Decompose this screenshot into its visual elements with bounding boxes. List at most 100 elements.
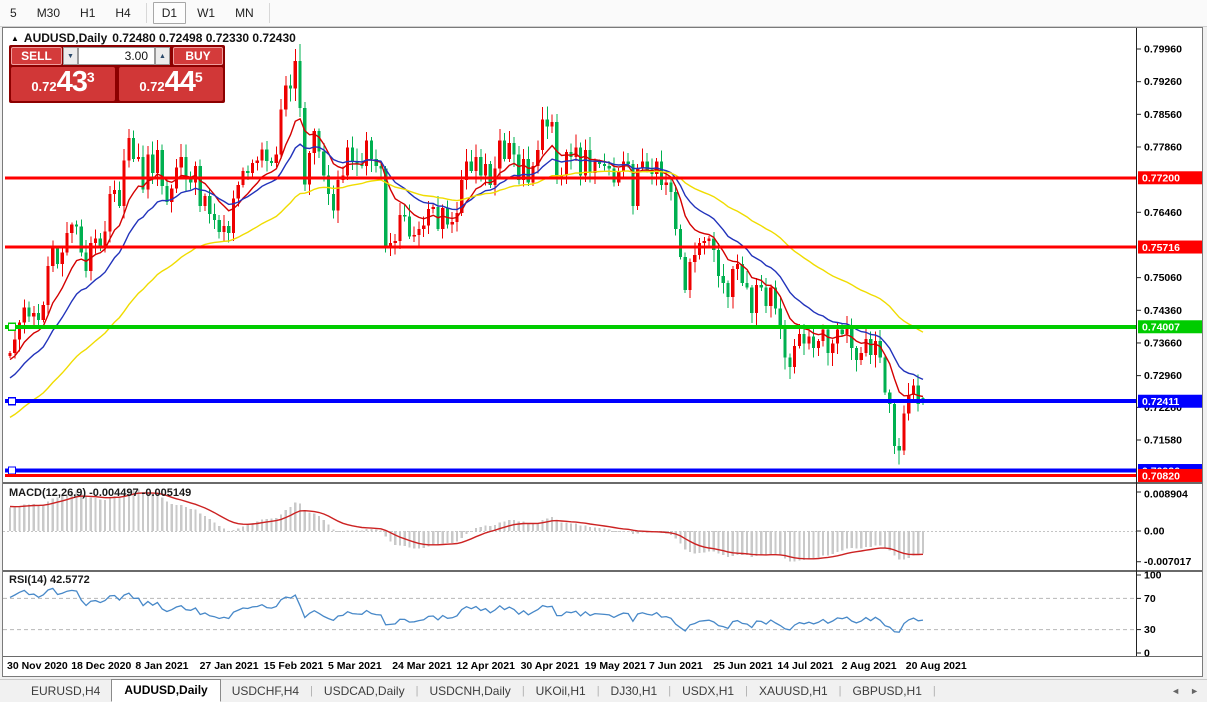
macd-bar [783,531,787,559]
candle-body [403,215,407,217]
candle-body [284,85,288,110]
sell-price-display[interactable]: 0.72 43 3 [11,67,115,101]
date-axis-label: 12 Apr 2021 [456,660,515,672]
macd-bar [760,531,763,555]
candle-body [707,238,711,241]
tab-usdchf-h4[interactable]: USDCHF,H4 [221,681,310,701]
tab-usdcnh-daily[interactable]: USDCNH,Daily [418,681,521,701]
timeframe-button-h4[interactable]: H4 [106,2,139,24]
candle-body [807,336,811,344]
candle-body [678,229,683,258]
macd-bar [812,531,815,559]
macd-bar [917,531,920,555]
tab-scroll-right-icon[interactable]: ► [1190,686,1199,696]
date-axis-label: 2 Aug 2021 [842,660,897,672]
volume-input[interactable] [78,47,155,65]
macd-bar [555,519,558,531]
candle-body [512,142,516,155]
tab-audusd-daily[interactable]: AUDUSD,Daily [111,678,221,702]
timeframe-button-d1[interactable]: D1 [152,2,187,24]
date-axis-label: 27 Jan 2021 [200,660,259,672]
macd-bar [921,531,925,554]
timeframe-button-5[interactable]: 5 [1,2,26,24]
volume-decrease-button[interactable]: ▼ [63,47,78,65]
candle-body [108,194,112,232]
date-axis-label: 7 Jun 2021 [649,660,703,672]
macd-bar [741,531,744,555]
macd-bar [527,523,530,531]
macd-bar [841,531,844,551]
macd-bar [603,528,606,531]
buy-button[interactable]: BUY [173,47,223,65]
volume-increase-button[interactable]: ▲ [155,47,170,65]
candle-body [74,224,79,227]
chart-collapse-icon[interactable]: ▲ [11,34,19,43]
tab-usdcad-daily[interactable]: USDCAD,Daily [313,681,416,701]
macd-bar [698,531,701,554]
timeframe-button-mn[interactable]: MN [226,2,263,24]
sell-button[interactable]: SELL [11,47,62,65]
candle-body [745,282,749,288]
macd-bar [584,525,587,531]
candle-body [255,160,259,163]
tab-usdx-h1[interactable]: USDX,H1 [671,681,745,701]
macd-bar [123,493,126,531]
macd-bar [736,531,739,555]
price-axis-tick: 0.71580 [1144,435,1182,447]
buy-price-display[interactable]: 0.72 44 5 [119,67,223,101]
chart-canvas[interactable]: 0.79960 0.79260 0.78560 0.77860 0.76460 0.750… [3,28,1202,676]
candle-body [797,334,801,346]
candle-body [502,140,507,160]
tab-eurusd-h4[interactable]: EURUSD,H4 [20,681,111,701]
macd-bar [180,504,183,531]
candle-body [417,229,421,236]
candle-body [117,189,121,206]
candle-body [113,189,117,195]
macd-bar [408,531,411,548]
candle-body [250,162,255,174]
timeframe-button-m30[interactable]: M30 [28,2,69,24]
candle-body [897,446,901,451]
macd-bar [322,519,325,531]
macd-bar [612,531,616,532]
macd-bar [398,531,402,546]
tab-dj30-h1[interactable]: DJ30,H1 [600,681,669,701]
slow-ma-line [9,170,924,418]
tab-xauusd-h1[interactable]: XAUUSD,H1 [748,681,839,701]
macd-bar [27,504,31,531]
tab-scroll-left-icon[interactable]: ◄ [1171,686,1180,696]
candle-body [483,163,488,176]
macd-bar [184,506,188,531]
candle-body [274,154,278,163]
date-axis-label: 24 Mar 2021 [392,660,452,672]
panel-separator [3,570,1202,572]
candle-body [93,238,98,244]
rsi-indicator-label: RSI(14) 42.5772 [9,574,90,586]
macd-bar [879,531,882,546]
macd-bar [850,531,853,549]
sell-price-prefix: 0.72 [31,79,57,94]
macd-bar [175,504,178,531]
candle-body [793,345,797,367]
macd-bar [13,507,16,531]
macd-bar [118,496,121,531]
macd-bar [531,523,535,531]
candle-body [636,168,640,206]
candle-body [864,338,868,353]
date-axis-label: 5 Mar 2021 [328,660,382,672]
timeframe-button-w1[interactable]: W1 [188,2,224,24]
tab-gbpusd-h1[interactable]: GBPUSD,H1 [842,681,933,701]
candle-body [293,61,297,89]
price-hline [5,176,1136,180]
candle-body [441,208,445,230]
macd-bar [546,518,549,531]
macd-bar [517,521,520,531]
tab-ukoil-h1[interactable]: UKOil,H1 [525,681,597,701]
macd-bar [260,519,264,531]
timeframe-button-h1[interactable]: H1 [71,2,104,24]
date-axis-label: 25 Jun 2021 [713,660,773,672]
panel-chrome [3,28,1202,657]
candle-body [279,109,283,155]
candle-body [298,61,302,108]
macd-bar [769,531,772,555]
